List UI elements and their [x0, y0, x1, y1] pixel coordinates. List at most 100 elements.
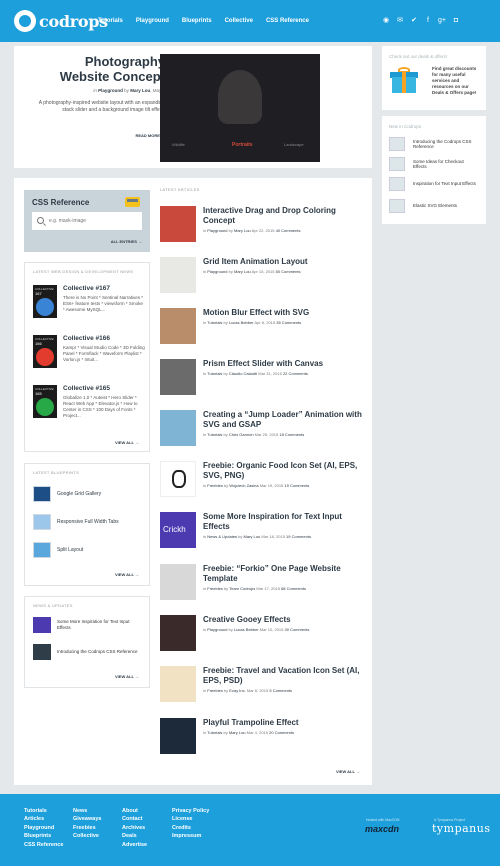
article-title[interactable]: Freebie: “Forkio” One Page Website Templ…	[203, 564, 363, 584]
article-thumbnail[interactable]	[160, 206, 196, 242]
all-entries-link[interactable]: ALL ENTRIES →	[111, 239, 142, 244]
article-thumbnail[interactable]	[160, 410, 196, 446]
article-title[interactable]: Freebie: Organic Food Icon Set (AI, EPS,…	[203, 461, 363, 481]
article-thumbnail[interactable]	[160, 564, 196, 600]
article-comments[interactable]: 30 Comments	[285, 627, 310, 632]
featured-title[interactable]: Photography Website Concept	[34, 54, 165, 84]
article-title[interactable]: Interactive Drag and Drop Coloring Conce…	[203, 206, 363, 226]
article-title[interactable]: Prism Effect Slider with Canvas	[203, 359, 363, 369]
article-author[interactable]: Mary Lou	[234, 269, 251, 274]
footer-link[interactable]: Contact	[122, 816, 147, 823]
footer-link[interactable]: Playground	[24, 825, 63, 832]
codrops-logo[interactable]: codrops	[14, 9, 108, 33]
article-author[interactable]: Mary Lou	[234, 228, 251, 233]
article-item[interactable]: Freebie: Travel and Vacation Icon Set (A…	[160, 666, 365, 706]
article-thumbnail[interactable]	[160, 257, 196, 293]
featured-author-link[interactable]: Mary Lou	[130, 88, 150, 93]
footer-link[interactable]: Freebies	[73, 825, 101, 832]
article-comments[interactable]: 22 Comments	[283, 371, 308, 376]
article-thumbnail[interactable]	[160, 359, 196, 395]
article-category[interactable]: Tutorials	[207, 730, 222, 735]
featured-image[interactable]: Wildlife Portraits Landscape	[160, 54, 320, 162]
footer-link[interactable]: CSS Reference	[24, 842, 63, 849]
article-category[interactable]: Playground	[207, 269, 227, 274]
article-title[interactable]: Some More Inspiration for Text Input Eff…	[203, 512, 363, 532]
article-comments[interactable]: 35 Comments	[276, 320, 301, 325]
blueprints-view-all[interactable]: VIEW ALL →	[115, 572, 139, 577]
footer-link[interactable]: Privacy Policy	[172, 808, 209, 815]
footer-link[interactable]: News	[73, 808, 101, 815]
nav-playground[interactable]: Playground	[136, 18, 169, 24]
article-comments[interactable]: 19 Comments	[286, 534, 311, 539]
article-comments[interactable]: 15 Comments	[284, 483, 309, 488]
tympanus-logo[interactable]: tympanus	[432, 822, 490, 835]
article-comments[interactable]: 50 Comments	[276, 269, 301, 274]
article-category[interactable]: Tutorials	[207, 432, 222, 437]
article-item[interactable]: Creating a “Jump Loader” Animation with …	[160, 410, 365, 450]
articles-view-all[interactable]: VIEW ALL →	[336, 769, 360, 774]
css-reference-title[interactable]: CSS Reference	[32, 198, 89, 207]
blueprint-item[interactable]: Responsive Full Width Tabs	[33, 514, 119, 530]
footer-link[interactable]: Impressum	[172, 833, 209, 840]
css-reference-search-input[interactable]	[32, 212, 142, 230]
facebook-icon[interactable]: f	[424, 17, 432, 25]
new-item[interactable]: Introducing the Codrops CSS Reference	[389, 137, 477, 151]
article-thumbnail[interactable]	[160, 461, 196, 497]
news-item[interactable]: Introducing the Codrops CSS Reference	[33, 644, 143, 660]
article-author[interactable]: Ecay Inc.	[229, 688, 245, 693]
footer-link[interactable]: Giveaways	[73, 816, 101, 823]
article-category[interactable]: Freebies	[207, 586, 223, 591]
footer-link[interactable]: Credits	[172, 825, 209, 832]
article-item[interactable]: Creative Gooey Effects in Playground by L…	[160, 615, 365, 655]
article-category[interactable]: Tutorials	[207, 371, 222, 376]
article-author[interactable]: Wojciech Zasina	[229, 483, 258, 488]
article-author[interactable]: Team Codrops	[229, 586, 255, 591]
article-item[interactable]: Grid Item Animation Layout in Playground …	[160, 257, 365, 297]
blueprint-item[interactable]: Split Layout	[33, 542, 83, 558]
article-title[interactable]: Grid Item Animation Layout	[203, 257, 363, 267]
article-author[interactable]: Mary Lou	[229, 730, 246, 735]
article-comments[interactable]: 40 Comments	[276, 228, 301, 233]
article-item[interactable]: Motion Blur Effect with SVG in Tutorials …	[160, 308, 365, 348]
article-title[interactable]: Freebie: Travel and Vacation Icon Set (A…	[203, 666, 363, 686]
article-title[interactable]: Creative Gooey Effects	[203, 615, 363, 625]
footer-link[interactable]: Archives	[122, 825, 147, 832]
article-category[interactable]: Playground	[207, 627, 227, 632]
collective-title[interactable]: Collective #165	[63, 385, 110, 392]
google-plus-icon[interactable]: g+	[438, 17, 446, 25]
article-thumbnail[interactable]: Crickh	[160, 512, 196, 548]
read-more-link[interactable]: READ MORE →	[114, 133, 165, 138]
featured-category-link[interactable]: Playground	[98, 88, 123, 93]
article-category[interactable]: Tutorials	[207, 320, 222, 325]
article-author[interactable]: Lucas Bebber	[234, 627, 259, 632]
footer-link[interactable]: Collective	[73, 833, 101, 840]
article-author[interactable]: Claudio Calautti	[229, 371, 257, 376]
article-category[interactable]: Playground	[207, 228, 227, 233]
article-item[interactable]: Freebie: Organic Food Icon Set (AI, EPS,…	[160, 461, 365, 501]
footer-link[interactable]: Deals	[122, 833, 147, 840]
article-thumbnail[interactable]	[160, 718, 196, 754]
article-item[interactable]: Playful Trampoline Effect in Tutorials by…	[160, 718, 365, 758]
collective-view-all[interactable]: VIEW ALL →	[115, 440, 139, 445]
news-view-all[interactable]: VIEW ALL →	[115, 674, 139, 679]
footer-link[interactable]: Tutorials	[24, 808, 63, 815]
article-author[interactable]: Mary Lou	[244, 534, 261, 539]
article-author[interactable]: Chris Gannon	[229, 432, 254, 437]
article-title[interactable]: Motion Blur Effect with SVG	[203, 308, 363, 318]
footer-link[interactable]: Articles	[24, 816, 63, 823]
blueprint-item[interactable]: Google Grid Gallery	[33, 486, 101, 502]
article-item[interactable]: Freebie: “Forkio” One Page Website Templ…	[160, 564, 365, 604]
article-title[interactable]: Creating a “Jump Loader” Animation with …	[203, 410, 363, 430]
article-author[interactable]: Lucas Bebber	[229, 320, 254, 325]
article-comments[interactable]: 5 Comments	[269, 688, 292, 693]
footer-link[interactable]: Blueprints	[24, 833, 63, 840]
article-category[interactable]: News & Updates	[207, 534, 237, 539]
footer-link[interactable]: About	[122, 808, 147, 815]
new-item[interactable]: Inspiration for Text Input Effects	[389, 177, 477, 191]
footer-link[interactable]: License	[172, 816, 209, 823]
nav-blueprints[interactable]: Blueprints	[182, 18, 212, 24]
nav-tutorials[interactable]: Tutorials	[98, 18, 123, 24]
gift-icon[interactable]	[390, 67, 418, 95]
new-item[interactable]: Some Ideas for Checkout Effects	[389, 157, 477, 171]
article-comments[interactable]: 18 Comments	[279, 432, 304, 437]
